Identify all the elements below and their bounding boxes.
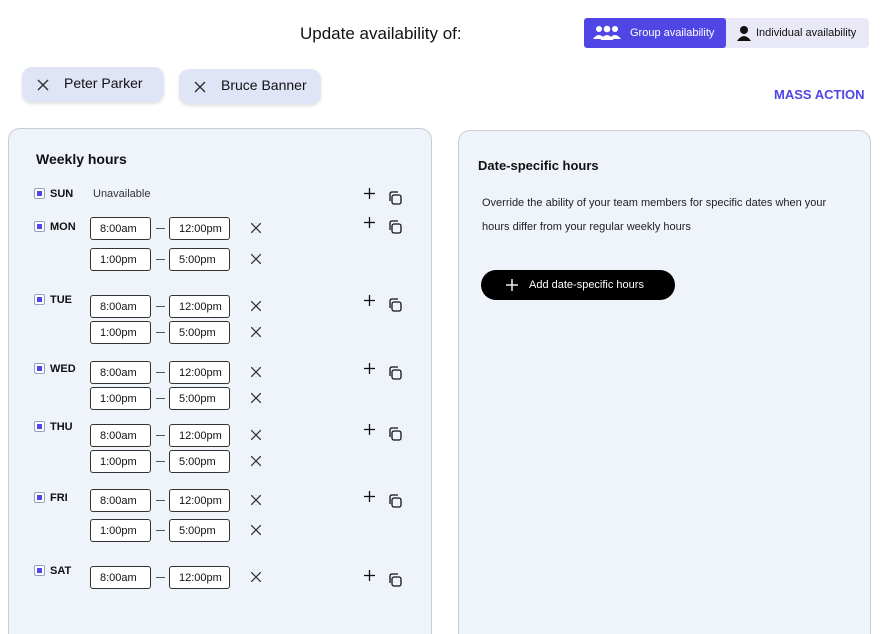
end-time-input[interactable]: 12:00pm bbox=[169, 424, 230, 447]
group-availability-label: Group availability bbox=[630, 27, 715, 39]
day-label: FRI bbox=[50, 492, 68, 504]
end-time-input[interactable]: 12:00pm bbox=[169, 566, 230, 589]
add-slot-icon[interactable] bbox=[364, 217, 375, 228]
group-availability-button[interactable]: Group availability bbox=[584, 18, 726, 48]
close-icon[interactable] bbox=[193, 80, 207, 94]
start-time-input[interactable]: 8:00am bbox=[90, 566, 151, 589]
time-separator bbox=[156, 306, 165, 307]
start-time-input[interactable]: 8:00am bbox=[90, 295, 151, 318]
add-slot-icon[interactable] bbox=[364, 570, 375, 581]
day-checkbox[interactable] bbox=[34, 294, 45, 305]
remove-slot-icon[interactable] bbox=[251, 572, 261, 582]
page-title: Update availability of: bbox=[300, 24, 462, 43]
add-date-specific-hours-button[interactable]: Add date-specific hours bbox=[481, 270, 675, 300]
time-separator bbox=[156, 530, 165, 531]
remove-slot-icon[interactable] bbox=[251, 495, 261, 505]
remove-slot-icon[interactable] bbox=[251, 223, 261, 233]
member-name: Peter Parker bbox=[64, 75, 143, 91]
start-time-input[interactable]: 1:00pm bbox=[90, 450, 151, 473]
day-checkbox[interactable] bbox=[34, 221, 45, 232]
unavailable-text: Unavailable bbox=[93, 188, 151, 200]
copy-icon[interactable] bbox=[388, 220, 402, 234]
end-time-input[interactable]: 5:00pm bbox=[169, 519, 230, 542]
member-name: Bruce Banner bbox=[221, 77, 307, 93]
day-label: THU bbox=[50, 421, 73, 433]
close-icon[interactable] bbox=[36, 78, 50, 92]
remove-slot-icon[interactable] bbox=[251, 525, 261, 535]
time-separator bbox=[156, 435, 165, 436]
add-slot-icon[interactable] bbox=[364, 424, 375, 435]
start-time-input[interactable]: 8:00am bbox=[90, 217, 151, 240]
member-chip: Bruce Banner bbox=[179, 69, 321, 104]
start-time-input[interactable]: 8:00am bbox=[90, 489, 151, 512]
time-separator bbox=[156, 259, 165, 260]
mass-action-button[interactable]: MASS ACTION bbox=[774, 87, 865, 102]
add-slot-icon[interactable] bbox=[364, 363, 375, 374]
remove-slot-icon[interactable] bbox=[251, 254, 261, 264]
date-specific-description: hours differ from your regular weekly ho… bbox=[482, 221, 691, 233]
group-icon bbox=[592, 25, 622, 41]
individual-availability-button[interactable]: Individual availability bbox=[726, 18, 856, 48]
end-time-input[interactable]: 12:00pm bbox=[169, 295, 230, 318]
remove-slot-icon[interactable] bbox=[251, 456, 261, 466]
start-time-input[interactable]: 1:00pm bbox=[90, 519, 151, 542]
day-label: SAT bbox=[50, 565, 72, 577]
end-time-input[interactable]: 5:00pm bbox=[169, 321, 230, 344]
time-separator bbox=[156, 461, 165, 462]
start-time-input[interactable]: 1:00pm bbox=[90, 321, 151, 344]
end-time-input[interactable]: 12:00pm bbox=[169, 361, 230, 384]
copy-icon[interactable] bbox=[388, 366, 402, 380]
add-date-specific-hours-label: Add date-specific hours bbox=[529, 279, 644, 291]
end-time-input[interactable]: 12:00pm bbox=[169, 217, 230, 240]
individual-availability-label: Individual availability bbox=[756, 27, 857, 39]
copy-icon[interactable] bbox=[388, 191, 402, 205]
day-checkbox[interactable] bbox=[34, 421, 45, 432]
plus-icon bbox=[506, 279, 518, 291]
day-label: WED bbox=[50, 363, 76, 375]
day-checkbox[interactable] bbox=[34, 188, 45, 199]
end-time-input[interactable]: 5:00pm bbox=[169, 387, 230, 410]
time-separator bbox=[156, 398, 165, 399]
end-time-input[interactable]: 5:00pm bbox=[169, 450, 230, 473]
end-time-input[interactable]: 12:00pm bbox=[169, 489, 230, 512]
day-checkbox[interactable] bbox=[34, 492, 45, 503]
start-time-input[interactable]: 1:00pm bbox=[90, 387, 151, 410]
start-time-input[interactable]: 1:00pm bbox=[90, 248, 151, 271]
time-separator bbox=[156, 332, 165, 333]
date-specific-title: Date-specific hours bbox=[478, 158, 599, 173]
copy-icon[interactable] bbox=[388, 494, 402, 508]
availability-toggle: Group availability Individual availabili… bbox=[584, 18, 869, 48]
copy-icon[interactable] bbox=[388, 573, 402, 587]
time-separator bbox=[156, 372, 165, 373]
add-slot-icon[interactable] bbox=[364, 295, 375, 306]
copy-icon[interactable] bbox=[388, 298, 402, 312]
day-checkbox[interactable] bbox=[34, 565, 45, 576]
day-label: MON bbox=[50, 221, 76, 233]
remove-slot-icon[interactable] bbox=[251, 327, 261, 337]
time-separator bbox=[156, 228, 165, 229]
date-specific-description: Override the ability of your team member… bbox=[482, 197, 827, 209]
remove-slot-icon[interactable] bbox=[251, 393, 261, 403]
day-label: TUE bbox=[50, 294, 72, 306]
copy-icon[interactable] bbox=[388, 427, 402, 441]
time-separator bbox=[156, 500, 165, 501]
start-time-input[interactable]: 8:00am bbox=[90, 424, 151, 447]
user-icon bbox=[736, 25, 752, 41]
remove-slot-icon[interactable] bbox=[251, 430, 261, 440]
start-time-input[interactable]: 8:00am bbox=[90, 361, 151, 384]
remove-slot-icon[interactable] bbox=[251, 367, 261, 377]
time-separator bbox=[156, 577, 165, 578]
add-slot-icon[interactable] bbox=[364, 188, 375, 199]
remove-slot-icon[interactable] bbox=[251, 301, 261, 311]
day-label: SUN bbox=[50, 188, 74, 200]
day-checkbox[interactable] bbox=[34, 363, 45, 374]
member-chip: Peter Parker bbox=[22, 67, 164, 102]
weekly-hours-title: Weekly hours bbox=[36, 151, 127, 167]
add-slot-icon[interactable] bbox=[364, 491, 375, 502]
end-time-input[interactable]: 5:00pm bbox=[169, 248, 230, 271]
